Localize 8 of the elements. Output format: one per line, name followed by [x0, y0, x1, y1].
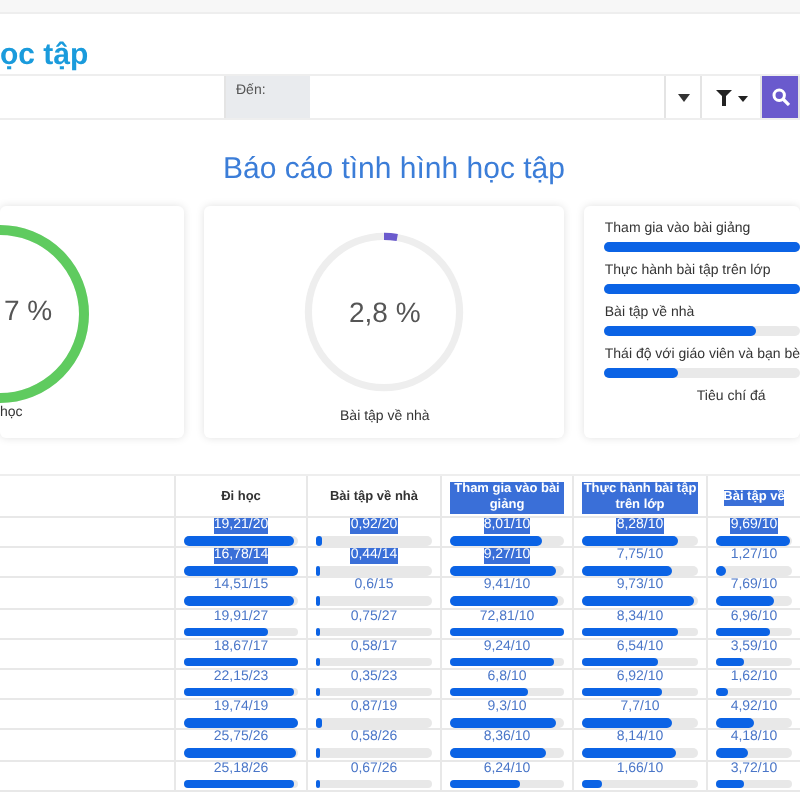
filter-icon	[715, 89, 748, 105]
percentage: 7 %	[4, 294, 53, 326]
caret-icon	[677, 93, 690, 101]
percentage: 2,8 %	[347, 296, 423, 328]
report-title: Báo cáo tình hình học tập	[221, 152, 567, 186]
page-title: ọc tập	[0, 38, 91, 74]
search-button[interactable]	[762, 76, 800, 118]
search-icon	[771, 88, 790, 106]
